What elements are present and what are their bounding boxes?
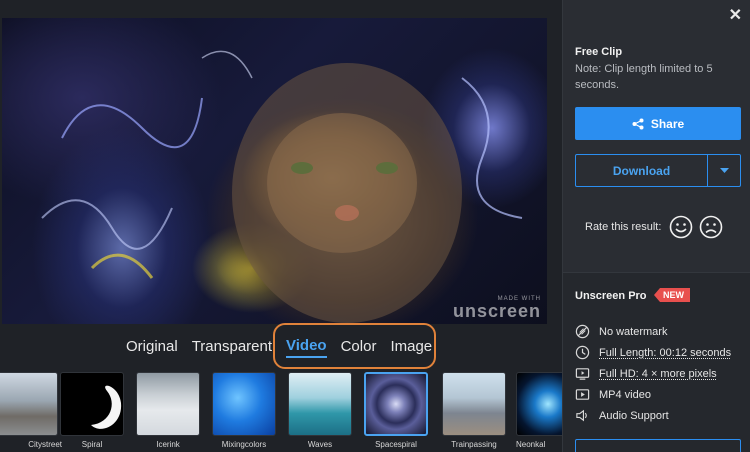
thumbnail-trainpassing[interactable]: Trainpassing	[438, 372, 510, 449]
thumbnail-spiral[interactable]: Spiral	[56, 372, 128, 449]
tab-image[interactable]: Image	[390, 336, 432, 358]
feature-label[interactable]: Full HD: 4 × more pixels	[599, 368, 717, 380]
clip-title: Free Clip	[575, 46, 622, 58]
feature-mp4: MP4 video	[575, 387, 651, 402]
share-button[interactable]: Share	[575, 107, 741, 140]
hd-icon	[575, 366, 590, 381]
feature-audio: Audio Support	[575, 408, 669, 423]
thumbnail-label: Spacespiral	[360, 440, 432, 449]
thumbnail-label: Trainpassing	[438, 440, 510, 449]
download-options-button[interactable]	[708, 155, 740, 186]
feature-full-length: Full Length: 00:12 seconds	[575, 345, 731, 360]
new-badge: NEW	[654, 288, 690, 302]
share-label: Share	[651, 117, 684, 131]
feature-label: No watermark	[599, 326, 667, 338]
rating-section: Rate this result:	[585, 215, 729, 239]
tab-original[interactable]: Original	[126, 336, 178, 358]
thumbnail-label: Citystreet	[0, 440, 62, 449]
thumbnail-label: Mixingcolors	[208, 440, 280, 449]
feature-no-watermark: No watermark	[575, 324, 667, 339]
thumbnail-label: Neonkal	[512, 440, 562, 449]
pro-title: Unscreen Pro	[575, 290, 647, 302]
clip-note: Note: Clip length limited to 5 seconds.	[575, 61, 740, 93]
pro-section: Unscreen Pro NEW No watermark Full Lengt…	[563, 272, 750, 452]
thumbnail-image	[136, 372, 200, 436]
chevron-down-icon	[720, 168, 729, 173]
clock-icon	[575, 345, 590, 360]
feature-label[interactable]: Full Length: 00:12 seconds	[599, 347, 731, 359]
feature-full-hd: Full HD: 4 × more pixels	[575, 366, 717, 381]
sad-face-icon[interactable]	[699, 215, 723, 239]
thumbnail-icerink[interactable]: Icerink	[132, 372, 204, 449]
thumbnail-image	[442, 372, 506, 436]
thumbnail-mixingcolors[interactable]: Mixingcolors	[208, 372, 280, 449]
thumbnail-image	[364, 372, 428, 436]
preview-effects	[2, 18, 547, 324]
download-button[interactable]: Download	[576, 155, 708, 186]
thumbnail-image	[212, 372, 276, 436]
thumbnail-image	[516, 372, 562, 436]
background-type-tabs: Original Transparent Video Color Image	[126, 336, 446, 358]
unscreen-watermark: MADE WITH unscreen	[453, 296, 541, 320]
thumbnail-label: Waves	[284, 440, 356, 449]
video-icon	[575, 387, 590, 402]
feature-label: Audio Support	[599, 410, 669, 422]
thumbnail-image	[60, 372, 124, 436]
thumbnail-label: Icerink	[132, 440, 204, 449]
close-icon[interactable]: ✕	[729, 5, 742, 25]
feature-label: MP4 video	[599, 389, 651, 401]
get-pro-button[interactable]	[575, 439, 741, 452]
thumbnail-label: Spiral	[56, 440, 128, 449]
thumbnail-waves[interactable]: Waves	[284, 372, 356, 449]
tab-transparent[interactable]: Transparent	[192, 336, 272, 358]
thumbnail-spacespiral[interactable]: Spacespiral	[360, 372, 432, 449]
tab-color[interactable]: Color	[341, 336, 377, 358]
background-video-list: Citystreet Spiral Icerink Mixingcolors W…	[0, 372, 562, 452]
share-icon	[632, 118, 644, 130]
thumbnail-citystreet[interactable]: Citystreet	[0, 372, 62, 449]
editor-area: MADE WITH unscreen Original Transparent …	[0, 0, 562, 452]
result-panel: ✕ Free Clip Note: Clip length limited to…	[562, 0, 750, 452]
thumbnail-image	[0, 372, 58, 436]
video-preview: MADE WITH unscreen	[2, 18, 547, 324]
tab-video[interactable]: Video	[286, 336, 327, 358]
rate-label: Rate this result:	[585, 221, 661, 233]
watermark-brand-text: unscreen	[453, 302, 541, 320]
no-watermark-icon	[575, 324, 590, 339]
thumbnail-neonkal[interactable]: Neonkal	[512, 372, 562, 449]
download-split-button: Download	[575, 154, 741, 187]
happy-face-icon[interactable]	[669, 215, 693, 239]
speaker-icon	[575, 408, 590, 423]
thumbnail-image	[288, 372, 352, 436]
